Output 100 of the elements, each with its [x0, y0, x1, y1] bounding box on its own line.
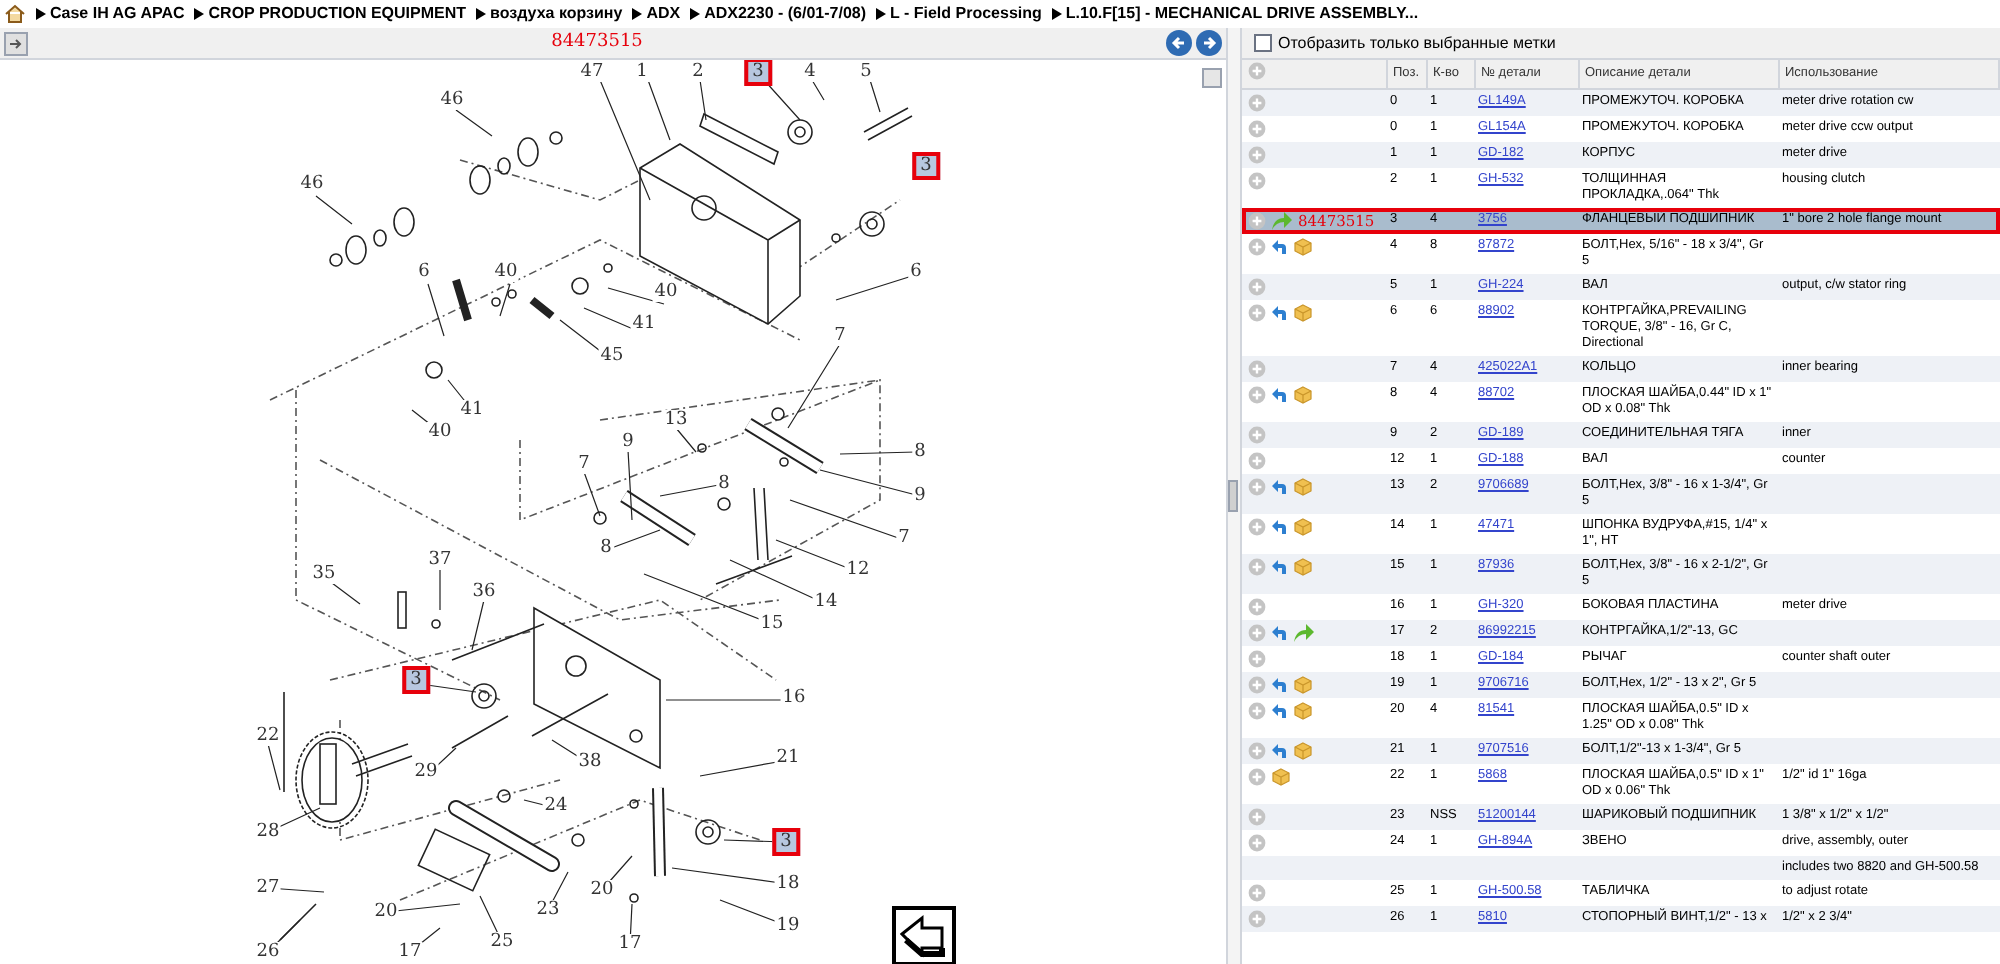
triangle-icon: [690, 8, 701, 20]
curved-arrow-icon[interactable]: [1272, 677, 1288, 693]
plus-icon[interactable]: [1248, 808, 1266, 826]
highlighted-callout[interactable]: 3: [912, 152, 940, 180]
curved-arrow-icon[interactable]: [1272, 519, 1288, 535]
arrow-icon: [898, 914, 950, 958]
plus-icon[interactable]: [1248, 62, 1266, 80]
plus-icon[interactable]: [1248, 624, 1266, 642]
curved-arrow-icon[interactable]: [1272, 625, 1288, 641]
package-icon[interactable]: [1294, 676, 1312, 694]
callout-number: 23: [534, 900, 562, 920]
breadcrumb-link[interactable]: Case IH AG APAC: [50, 2, 185, 26]
curved-arrow-icon[interactable]: [1272, 559, 1288, 575]
plus-icon[interactable]: [1248, 884, 1266, 902]
home-icon[interactable]: [4, 4, 26, 24]
callout-number: 20: [588, 880, 616, 900]
plus-icon[interactable]: [1248, 146, 1266, 164]
triangle-icon: [36, 8, 46, 20]
plus-icon[interactable]: [1248, 238, 1266, 256]
breadcrumb-link[interactable]: L - Field Processing: [890, 2, 1042, 26]
plus-icon[interactable]: [1248, 360, 1266, 378]
breadcrumb-link[interactable]: CROP PRODUCTION EQUIPMENT: [208, 2, 467, 26]
callout-number: 1: [634, 62, 650, 82]
package-icon[interactable]: [1294, 386, 1312, 404]
curved-arrow-icon[interactable]: [1272, 479, 1288, 495]
plus-icon[interactable]: [1248, 278, 1266, 296]
plus-icon[interactable]: [1248, 172, 1266, 190]
callout-number: 5: [858, 62, 874, 82]
plus-icon[interactable]: [1248, 212, 1266, 230]
export-button[interactable]: [4, 31, 28, 55]
triangle-icon: [1051, 8, 1062, 20]
callout-number: 9: [620, 432, 636, 452]
breadcrumb-link[interactable]: ADX: [646, 2, 681, 26]
curved-arrow-icon[interactable]: [1272, 305, 1288, 321]
plus-icon[interactable]: [1248, 452, 1266, 470]
package-icon[interactable]: [1294, 518, 1312, 536]
package-icon[interactable]: [1294, 702, 1312, 720]
package-icon[interactable]: [1272, 768, 1290, 786]
callout-number: 41: [630, 314, 658, 334]
callout-number: 14: [812, 592, 840, 612]
callout-number: 16: [780, 688, 808, 708]
triangle-icon: [876, 8, 887, 20]
highlighted-callout[interactable]: 3: [744, 60, 772, 86]
callout-number: 46: [298, 174, 326, 194]
callout-number: 35: [310, 564, 338, 584]
callout-number: 12: [844, 560, 872, 580]
breadcrumb-link[interactable]: воздуха корзину: [490, 2, 623, 26]
plus-icon[interactable]: [1248, 558, 1266, 576]
callout-number: 26: [254, 942, 282, 962]
triangle-icon: [632, 8, 643, 20]
package-icon[interactable]: [1294, 478, 1312, 496]
scroll-corner-icon: [1202, 68, 1222, 88]
plus-icon[interactable]: [1248, 518, 1266, 536]
back-button[interactable]: [1166, 30, 1192, 56]
checkbox[interactable]: [1254, 34, 1272, 52]
callout-number: 46: [438, 90, 466, 110]
callout-number: 8: [912, 442, 928, 462]
callout-number: 17: [396, 942, 424, 962]
plus-icon[interactable]: [1248, 768, 1266, 786]
triangle-icon: [476, 8, 487, 20]
highlighted-callout[interactable]: 3: [402, 666, 430, 694]
package-icon[interactable]: [1294, 742, 1312, 760]
package-icon[interactable]: [1294, 304, 1312, 322]
breadcrumb-link[interactable]: L.10.F[15] - MECHANICAL DRIVE ASSEMBLY...: [1065, 2, 1419, 26]
callout-number: 9: [912, 486, 928, 506]
callout-number: 21: [774, 748, 802, 768]
plus-icon[interactable]: [1248, 120, 1266, 138]
plus-icon[interactable]: [1248, 304, 1266, 322]
forward-button[interactable]: [1196, 30, 1222, 56]
curved-arrow-icon[interactable]: [1272, 239, 1288, 255]
callout-number: 45: [598, 346, 626, 366]
package-icon[interactable]: [1294, 238, 1312, 256]
plus-icon[interactable]: [1248, 742, 1266, 760]
plus-icon[interactable]: [1248, 426, 1266, 444]
plus-icon[interactable]: [1248, 478, 1266, 496]
plus-icon[interactable]: [1248, 386, 1266, 404]
curved-arrow-icon[interactable]: [1272, 703, 1288, 719]
callout-number: 6: [908, 262, 924, 282]
callout-number: 27: [254, 878, 282, 898]
splitter-handle[interactable]: [1228, 480, 1238, 512]
callout-number: 28: [254, 822, 282, 842]
package-icon[interactable]: [1294, 558, 1312, 576]
highlighted-callout[interactable]: 3: [772, 828, 800, 856]
plus-icon[interactable]: [1248, 676, 1266, 694]
callout-number: 17: [616, 934, 644, 954]
callout-number: 20: [372, 902, 400, 922]
plus-icon[interactable]: [1248, 834, 1266, 852]
plus-icon[interactable]: [1248, 702, 1266, 720]
curved-arrow-icon[interactable]: [1272, 387, 1288, 403]
callout-number: 40: [426, 422, 454, 442]
curved-arrow-icon[interactable]: [1272, 743, 1288, 759]
callout-number: 41: [458, 400, 486, 420]
breadcrumb-link[interactable]: ADX2230 - (6/01-7/08): [704, 2, 867, 26]
plus-icon[interactable]: [1248, 94, 1266, 112]
curved-arrow-icon[interactable]: [1294, 624, 1314, 642]
plus-icon[interactable]: [1248, 598, 1266, 616]
plus-icon[interactable]: [1248, 910, 1266, 928]
plus-icon[interactable]: [1248, 650, 1266, 668]
callout-number: 40: [652, 282, 680, 302]
callout-number: 36: [470, 582, 498, 602]
